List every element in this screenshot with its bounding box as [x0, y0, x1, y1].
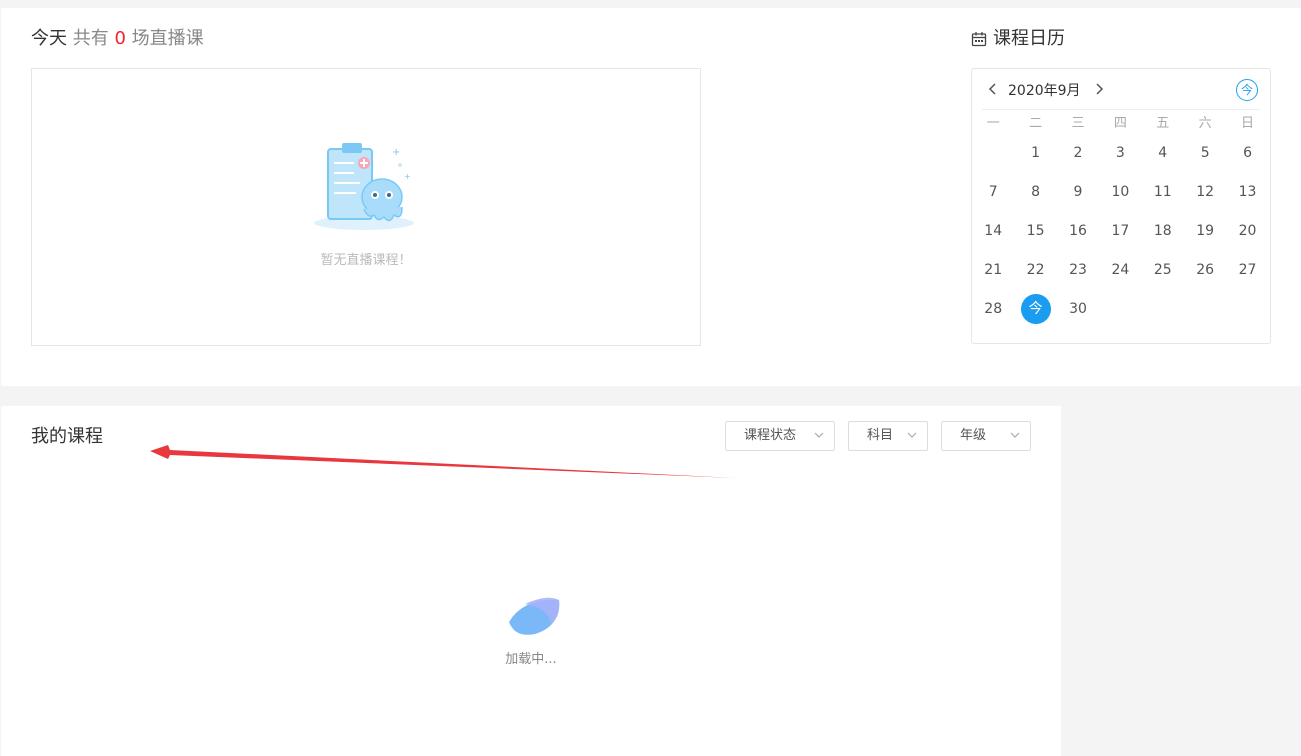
- calendar-day[interactable]: 5: [1184, 134, 1226, 173]
- calendar-day[interactable]: 9: [1057, 173, 1099, 212]
- calendar-icon: [971, 32, 987, 47]
- chevron-down-icon: [1010, 432, 1020, 438]
- calendar-weekday: 五: [1156, 116, 1170, 131]
- calendar-empty-cell: [1226, 290, 1268, 329]
- calendar-empty-cell: [972, 134, 1014, 173]
- grade-dropdown[interactable]: 年级: [941, 421, 1031, 451]
- calendar-weekday-row: 一二三四五六日: [972, 114, 1270, 134]
- calendar-empty-cell: [1184, 290, 1226, 329]
- calendar-day[interactable]: 18: [1142, 212, 1184, 251]
- calendar-week-row: 21 22 23 24 25 26 27: [972, 251, 1270, 290]
- today-prefix: 共有: [72, 28, 109, 49]
- empty-clipboard-icon: + +: [314, 143, 414, 230]
- calendar-week-row: 28 今 30: [972, 290, 1270, 329]
- empty-message: 暂无直播课程！: [320, 253, 412, 268]
- calendar-weekday: 日: [1241, 116, 1255, 131]
- calendar: 2020年9月 今 一二三四五六日 1 2 3 4 5 6 7 8 9 10 11 12 13 14 15 16…: [971, 68, 1271, 344]
- calendar-header: 2020年9月 今: [982, 69, 1260, 110]
- calendar-day[interactable]: 28: [972, 290, 1014, 329]
- chevron-right-icon[interactable]: [1092, 81, 1106, 97]
- svg-text:+: +: [392, 147, 400, 158]
- calendar-title-text: 课程日历: [993, 28, 1065, 49]
- course-status-label: 课程状态: [744, 428, 797, 443]
- calendar-day[interactable]: 11: [1142, 173, 1184, 212]
- grade-label: 年级: [960, 428, 987, 443]
- today-live-panel: 今天 共有 0 场直播课 + + 暂无直播课程！ 课程日历 2020年9月 今 …: [1, 8, 1301, 386]
- calendar-day[interactable]: 26: [1184, 251, 1226, 290]
- subject-dropdown[interactable]: 科目: [848, 421, 928, 451]
- calendar-day[interactable]: 19: [1184, 212, 1226, 251]
- calendar-day[interactable]: 1: [1014, 134, 1056, 173]
- calendar-day[interactable]: 4: [1142, 134, 1184, 173]
- calendar-day-today[interactable]: 今: [1014, 290, 1056, 329]
- calendar-day[interactable]: 16: [1057, 212, 1099, 251]
- calendar-day[interactable]: 12: [1184, 173, 1226, 212]
- today-live-title: 今天 共有 0 场直播课: [31, 28, 204, 50]
- calendar-day[interactable]: 20: [1226, 212, 1268, 251]
- calendar-day[interactable]: 30: [1057, 290, 1099, 329]
- calendar-week-row: 123456: [972, 134, 1270, 173]
- calendar-day[interactable]: 25: [1142, 251, 1184, 290]
- calendar-grid: 一二三四五六日 1 2 3 4 5 6 7 8 9 10 11 12 13 14 15 16 17 18 19 20 21…: [972, 114, 1270, 329]
- calendar-day[interactable]: 2: [1057, 134, 1099, 173]
- chevron-down-icon: [814, 432, 824, 438]
- calendar-empty-cell: [1099, 290, 1141, 329]
- calendar-weekday: 二: [1029, 116, 1043, 131]
- today-label: 今天: [31, 28, 67, 49]
- loading-text: 加载中...: [505, 652, 557, 667]
- calendar-today-marker: 今: [1020, 294, 1051, 324]
- calendar-today-button[interactable]: 今: [1236, 79, 1258, 101]
- calendar-day[interactable]: 6: [1226, 134, 1268, 173]
- course-status-dropdown[interactable]: 课程状态: [725, 421, 835, 451]
- calendar-day[interactable]: 7: [972, 173, 1014, 212]
- live-list-empty: + + 暂无直播课程！: [31, 68, 701, 346]
- calendar-day[interactable]: 3: [1099, 134, 1141, 173]
- calendar-day[interactable]: 14: [972, 212, 1014, 251]
- calendar-month: 2020年9月: [1008, 83, 1081, 99]
- calendar-day[interactable]: 13: [1226, 173, 1268, 212]
- calendar-day[interactable]: 27: [1226, 251, 1268, 290]
- svg-text:+: +: [404, 172, 411, 181]
- calendar-weekday: 三: [1071, 116, 1085, 131]
- calendar-day[interactable]: 15: [1014, 212, 1056, 251]
- calendar-day[interactable]: 22: [1014, 251, 1056, 290]
- calendar-day[interactable]: 17: [1099, 212, 1141, 251]
- loading-spinner-icon: [509, 597, 560, 635]
- calendar-day[interactable]: 23: [1057, 251, 1099, 290]
- calendar-day[interactable]: 24: [1099, 251, 1141, 290]
- my-courses-panel: 我的课程 课程状态 科目 年级 加载中...: [1, 406, 1061, 756]
- today-suffix: 场直播课: [131, 28, 204, 49]
- calendar-day[interactable]: 8: [1014, 173, 1056, 212]
- calendar-day[interactable]: 10: [1099, 173, 1141, 212]
- calendar-week-row: 14 15 16 17 18 19 20: [972, 212, 1270, 251]
- chevron-down-icon: [907, 432, 917, 438]
- calendar-title: 课程日历: [971, 28, 1065, 50]
- my-courses-title: 我的课程: [31, 426, 103, 447]
- calendar-day[interactable]: 21: [972, 251, 1014, 290]
- calendar-weekday: 四: [1113, 116, 1127, 131]
- chevron-left-icon[interactable]: [986, 81, 1000, 97]
- live-count: 0: [114, 28, 126, 49]
- calendar-week-row: 7 8 9 10 11 12 13: [972, 173, 1270, 212]
- subject-label: 科目: [867, 428, 894, 443]
- calendar-weekday: 六: [1198, 116, 1212, 131]
- calendar-empty-cell: [1142, 290, 1184, 329]
- calendar-weekday: 一: [986, 116, 1000, 131]
